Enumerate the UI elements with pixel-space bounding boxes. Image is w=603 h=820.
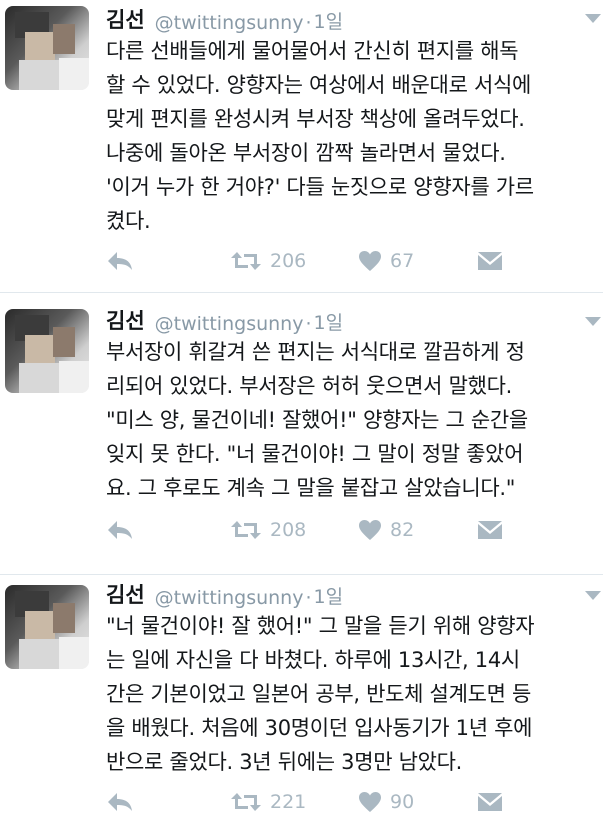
tweet-actions: 208 82 xyxy=(0,515,603,545)
retweet-icon xyxy=(231,521,261,539)
retweet-count: 208 xyxy=(270,519,307,541)
tweet-feed: 김선 @twittingsunny · 1일 다른 선배들에게 물어물어서 간신… xyxy=(0,0,603,820)
retweet-icon xyxy=(231,252,261,270)
retweet-button[interactable]: 221 xyxy=(230,787,306,817)
user-handle[interactable]: @twittingsunny xyxy=(155,587,304,609)
reply-button[interactable] xyxy=(106,787,134,817)
tweet-content: 김선 @twittingsunny · 1일 다른 선배들에게 물어물어서 간신… xyxy=(106,0,593,238)
tweet-text: "너 물건이야! 잘 했어!" 그 말을 듣기 위해 양향자 는 일에 자신을 … xyxy=(106,614,535,774)
tweet-text: 부서장이 휘갈겨 쓴 편지는 서식대로 깔끔하게 정 리되어 있었다. 부서장은… xyxy=(106,340,528,500)
caret-down-icon[interactable] xyxy=(585,317,601,326)
timestamp[interactable]: 1일 xyxy=(314,308,344,335)
tweet-header: 김선 @twittingsunny · 1일 xyxy=(106,575,593,609)
caret-down-icon[interactable] xyxy=(585,591,601,600)
tweet[interactable]: 김선 @twittingsunny · 1일 부서장이 휘갈겨 쓴 편지는 서식… xyxy=(0,293,603,575)
tweet-content: 김선 @twittingsunny · 1일 "너 물건이야! 잘 했어!" 그… xyxy=(106,575,593,779)
retweet-icon xyxy=(231,793,261,811)
caret-down-icon[interactable] xyxy=(585,14,601,23)
tweet[interactable]: 김선 @twittingsunny · 1일 "너 물건이야! 잘 했어!" 그… xyxy=(0,575,603,820)
user-handle[interactable]: @twittingsunny xyxy=(155,12,304,34)
envelope-icon xyxy=(478,252,502,270)
tweet-header: 김선 @twittingsunny · 1일 xyxy=(106,0,593,34)
tweet-text: 다른 선배들에게 물어물어서 간신히 편지를 해독 할 수 있었다. 양향자는 … xyxy=(106,39,534,233)
retweet-count: 206 xyxy=(270,250,307,272)
dm-button[interactable] xyxy=(477,515,503,545)
reply-icon xyxy=(108,252,132,270)
tweet-actions: 206 67 xyxy=(0,246,603,276)
user-handle[interactable]: @twittingsunny xyxy=(155,313,304,335)
avatar[interactable] xyxy=(5,6,89,90)
like-count: 90 xyxy=(390,791,415,813)
timestamp[interactable]: 1일 xyxy=(314,7,344,34)
separator-dot: · xyxy=(305,12,312,34)
separator-dot: · xyxy=(305,313,312,335)
like-button[interactable]: 90 xyxy=(358,787,414,817)
reply-icon xyxy=(108,793,132,811)
separator-dot: · xyxy=(305,587,312,609)
dm-button[interactable] xyxy=(477,787,503,817)
display-name[interactable]: 김선 xyxy=(106,305,145,335)
reply-button[interactable] xyxy=(106,246,134,276)
like-count: 67 xyxy=(390,250,415,272)
like-count: 82 xyxy=(390,519,415,541)
retweet-button[interactable]: 206 xyxy=(230,246,306,276)
like-button[interactable]: 82 xyxy=(358,515,414,545)
display-name[interactable]: 김선 xyxy=(106,4,145,34)
retweet-count: 221 xyxy=(270,791,307,813)
like-button[interactable]: 67 xyxy=(358,246,414,276)
display-name[interactable]: 김선 xyxy=(106,579,145,609)
heart-icon xyxy=(359,520,381,540)
dm-button[interactable] xyxy=(477,246,503,276)
avatar[interactable] xyxy=(5,585,89,669)
heart-icon xyxy=(359,792,381,812)
heart-icon xyxy=(359,251,381,271)
envelope-icon xyxy=(478,521,502,539)
tweet-content: 김선 @twittingsunny · 1일 부서장이 휘갈겨 쓴 편지는 서식… xyxy=(106,301,593,505)
reply-button[interactable] xyxy=(106,515,134,545)
avatar[interactable] xyxy=(5,309,89,393)
tweet-header: 김선 @twittingsunny · 1일 xyxy=(106,301,593,335)
envelope-icon xyxy=(478,793,502,811)
timestamp[interactable]: 1일 xyxy=(314,582,344,609)
tweet-actions: 221 90 xyxy=(0,787,603,817)
reply-icon xyxy=(108,521,132,539)
tweet[interactable]: 김선 @twittingsunny · 1일 다른 선배들에게 물어물어서 간신… xyxy=(0,0,603,293)
retweet-button[interactable]: 208 xyxy=(230,515,306,545)
